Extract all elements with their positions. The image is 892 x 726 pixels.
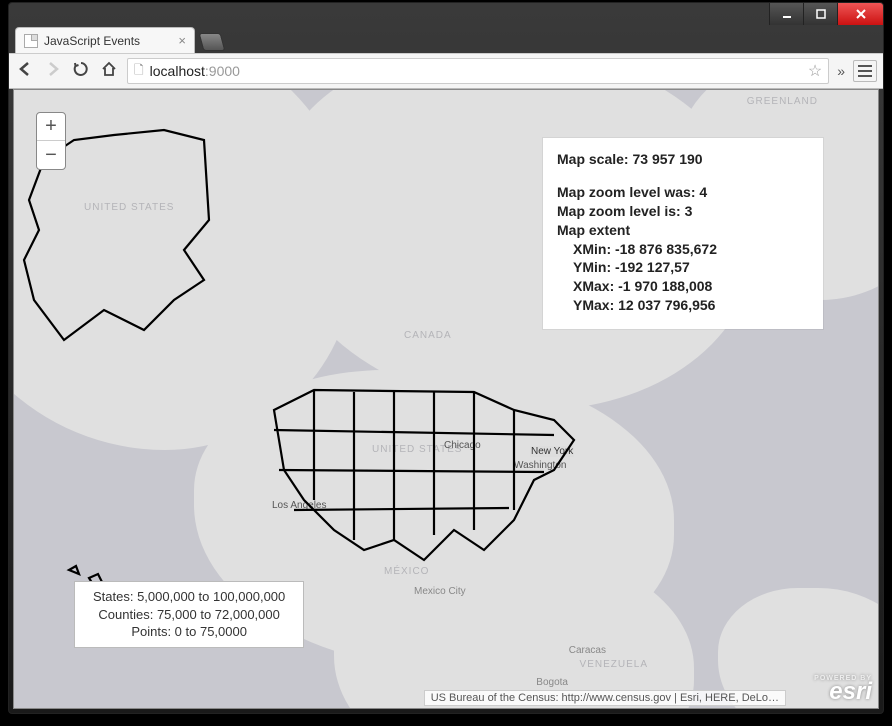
map-viewport[interactable]: GREENLAND CANADA UNITED STATES UNITED ST… — [13, 89, 879, 709]
tab-close-icon[interactable]: × — [178, 33, 186, 48]
new-tab-button[interactable] — [199, 33, 226, 51]
ymax-value: 12 037 796,956 — [618, 297, 715, 313]
home-button[interactable] — [99, 61, 119, 82]
label-mexico-city: Mexico City — [414, 586, 466, 597]
legend-counties: Counties: 75,000 to 72,000,000 — [93, 606, 285, 624]
legend-panel: States: 5,000,000 to 100,000,000 Countie… — [74, 581, 304, 648]
legend-states: States: 5,000,000 to 100,000,000 — [93, 588, 285, 606]
browser-tab[interactable]: JavaScript Events × — [15, 27, 195, 53]
browser-window: JavaScript Events × 🗋 localhost:9000 ☆ » — [8, 2, 884, 714]
close-icon — [855, 8, 867, 20]
label-bogota: Bogota — [536, 677, 568, 688]
xmax-value: -1 970 188,008 — [618, 278, 712, 294]
maximize-icon — [816, 9, 826, 19]
legend-points: Points: 0 to 75,0000 — [93, 623, 285, 641]
label-greenland: GREENLAND — [747, 96, 818, 107]
extent-label: Map extent — [557, 221, 805, 240]
reload-button[interactable] — [71, 61, 91, 82]
address-port: :9000 — [205, 63, 240, 79]
label-canada: CANADA — [404, 330, 452, 341]
zoom-out-button[interactable]: − — [37, 141, 65, 169]
address-bar[interactable]: 🗋 localhost:9000 ☆ — [127, 58, 829, 84]
label-caracas: Caracas — [569, 645, 606, 656]
maximize-button[interactable] — [803, 3, 837, 25]
page-icon — [24, 34, 38, 48]
tab-title: JavaScript Events — [44, 34, 140, 48]
zoom-in-button[interactable]: + — [37, 113, 65, 141]
map-scale-value: 73 957 190 — [632, 151, 702, 167]
zoom-is-value: 3 — [685, 203, 693, 219]
esri-logo: POWERED BY esri — [814, 675, 872, 704]
tab-strip: JavaScript Events × — [9, 25, 883, 53]
forward-button[interactable] — [43, 60, 63, 83]
map-attribution: US Bureau of the Census: http://www.cens… — [424, 690, 786, 706]
browser-toolbar: 🗋 localhost:9000 ☆ » — [9, 53, 883, 89]
hamburger-icon — [858, 65, 872, 67]
label-venezuela: VENEZUELA — [580, 659, 648, 670]
contiguous-us-outline — [254, 380, 594, 585]
address-host: localhost — [150, 63, 205, 79]
map-info-panel: Map scale: 73 957 190 Map zoom level was… — [543, 138, 823, 329]
window-titlebar — [9, 3, 883, 25]
forward-arrow-icon — [44, 60, 62, 78]
home-icon — [101, 61, 117, 77]
xmin-value: -18 876 835,672 — [615, 241, 717, 257]
back-arrow-icon — [16, 60, 34, 78]
minimize-button[interactable] — [769, 3, 803, 25]
bookmark-star-icon[interactable]: ☆ — [808, 61, 822, 81]
minimize-icon — [782, 9, 792, 19]
zoom-control: + − — [36, 112, 66, 170]
globe-icon: 🗋 — [134, 61, 144, 82]
ymin-value: -192 127,57 — [615, 259, 690, 275]
reload-icon — [73, 61, 89, 77]
zoom-was-value: 4 — [699, 184, 707, 200]
close-button[interactable] — [837, 3, 883, 25]
overflow-chevron-icon[interactable]: » — [837, 63, 845, 79]
menu-button[interactable] — [853, 60, 877, 82]
back-button[interactable] — [15, 60, 35, 83]
